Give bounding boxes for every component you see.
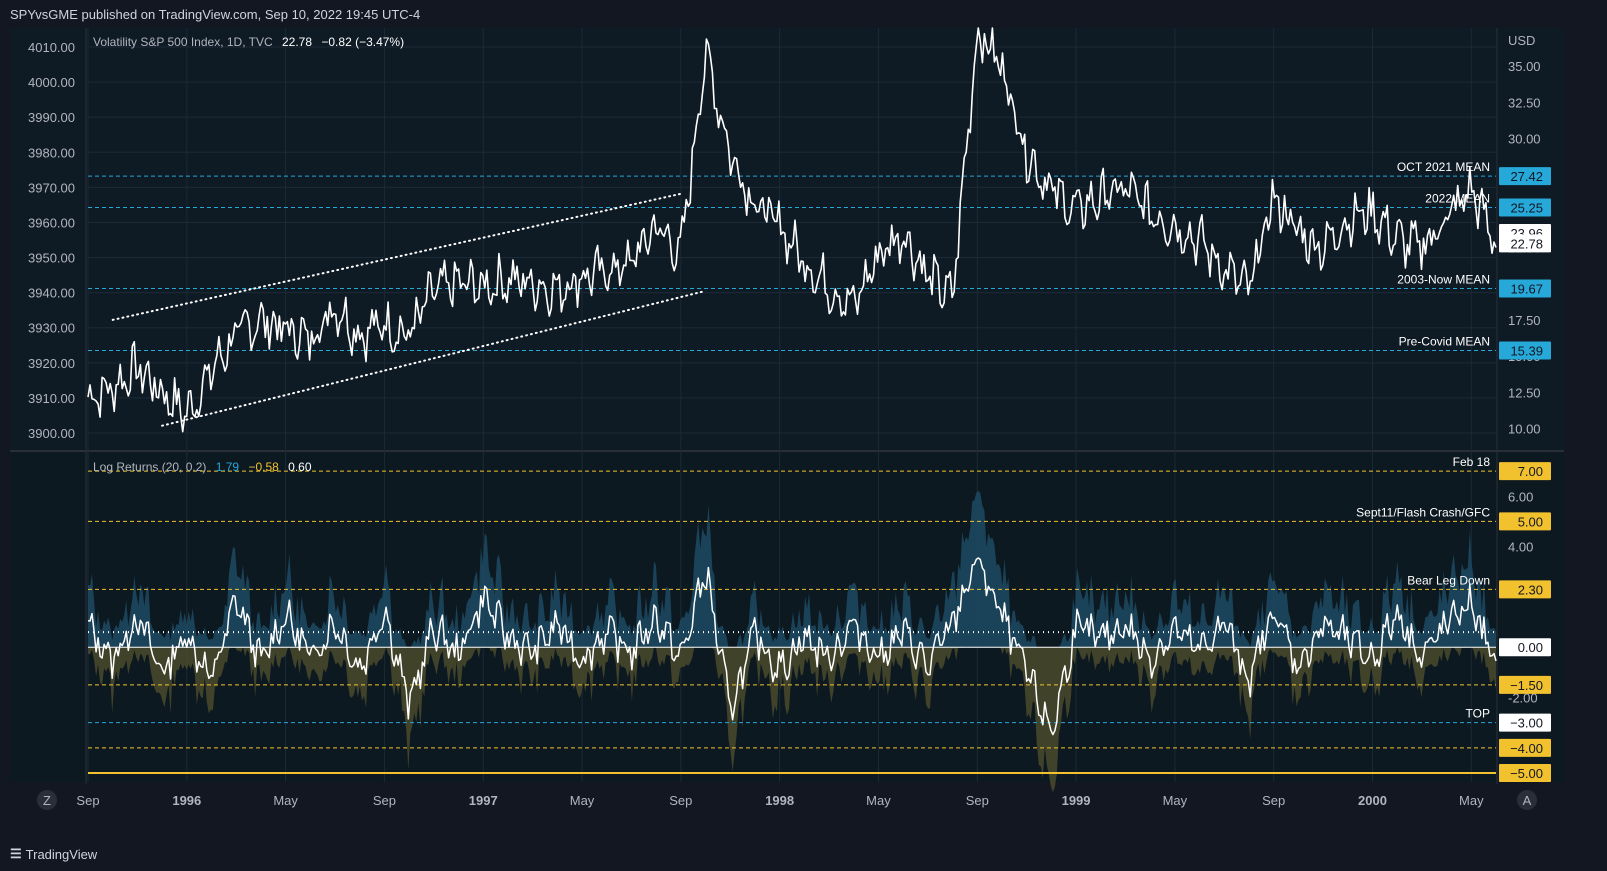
mean-level-label: Pre-Covid MEAN <box>1399 334 1490 348</box>
time-axis-label: 1996 <box>172 793 201 808</box>
main-legend: Volatility S&P 500 Index, 1D, TVC 22.78 … <box>93 35 404 49</box>
right-axis-tick: 35.00 <box>1508 59 1541 74</box>
auto-scale-left-button[interactable]: Z <box>37 790 57 810</box>
price-badge: 27.42 <box>1499 167 1551 186</box>
sub-legend-v1: 1.79 <box>216 460 240 474</box>
time-axis: Sep 1996 May Sep 1997 May Sep 1998 May Sep 1999 May… <box>76 793 1484 808</box>
time-axis-label: May <box>1459 793 1484 808</box>
mean-level-label: 2003-Now MEAN <box>1397 272 1490 286</box>
time-axis-label: Sep <box>373 793 396 808</box>
price-badge: 2.30 <box>1499 580 1551 599</box>
price-badge-label: 25.25 <box>1510 201 1543 216</box>
indicator-level-label: TOP <box>1466 707 1490 721</box>
price-badge-label: 7.00 <box>1518 464 1543 479</box>
tradingview-logo-icon: ☰ <box>10 846 22 861</box>
time-axis-label: May <box>1163 793 1188 808</box>
left-axis-label: 3940.00 <box>28 286 75 301</box>
price-badge-label: 19.67 <box>1510 281 1543 296</box>
price-badge: −5.00 <box>1499 763 1551 782</box>
right-axis-tick: 32.50 <box>1508 95 1541 110</box>
chart-canvas: OCT 2021 MEAN2022 MEAN2003-Now MEANPre-C… <box>10 27 1564 818</box>
right-axis-unit: USD <box>1508 33 1535 48</box>
left-axis-label: 3960.00 <box>28 215 75 230</box>
left-axis-label: 3980.00 <box>28 145 75 160</box>
left-axis-label: 3990.00 <box>28 110 75 125</box>
time-axis-label: May <box>273 793 298 808</box>
main-legend-last: 22.78 <box>282 35 312 49</box>
main-legend-change: −0.82 (−3.47%) <box>321 35 404 49</box>
right-axis-tick: 17.50 <box>1508 313 1541 328</box>
price-badge: −1.50 <box>1499 675 1551 694</box>
price-badge: 15.39 <box>1499 341 1551 360</box>
indicator-level-label: Bear Leg Down <box>1407 573 1490 587</box>
footer-brand[interactable]: ☰ TradingView <box>10 846 97 862</box>
time-axis-label: Sep <box>1262 793 1285 808</box>
price-badge-label: 15.39 <box>1510 343 1543 358</box>
right-axis-tick: 12.50 <box>1508 385 1541 400</box>
indicator-level-label: Sept11/Flash Crash/GFC <box>1356 505 1490 519</box>
left-axis-label: 3910.00 <box>28 391 75 406</box>
price-badge-label: 5.00 <box>1518 514 1543 529</box>
footer-brand-label: TradingView <box>25 846 98 862</box>
sub-legend: Log Returns (20, 0.2) 1.79 −0.58 0.60 <box>93 460 312 474</box>
price-badge-label: 27.42 <box>1510 169 1543 184</box>
left-axis-label: 4010.00 <box>28 40 75 55</box>
left-axis-label: 3920.00 <box>28 356 75 371</box>
price-pane <box>10 28 1564 450</box>
left-axis-label: 4000.00 <box>28 75 75 90</box>
time-axis-label: 1998 <box>765 793 794 808</box>
sub-axis-tick: 4.00 <box>1508 540 1533 555</box>
time-axis-label: Sep <box>76 793 99 808</box>
left-axis-label: 3950.00 <box>28 251 75 266</box>
sub-legend-name: Log Returns (20, 0.2) <box>93 460 206 474</box>
auto-button-label: A <box>1523 793 1532 808</box>
sub-legend-v3: 0.60 <box>288 460 312 474</box>
left-axis-label: 3900.00 <box>28 426 75 441</box>
mean-level-label: OCT 2021 MEAN <box>1397 160 1490 174</box>
zoom-button-label: Z <box>43 793 51 808</box>
sub-legend-v2: −0.58 <box>248 460 279 474</box>
right-axis-tick: 30.00 <box>1508 132 1541 147</box>
time-axis-label: May <box>570 793 595 808</box>
price-badge: 5.00 <box>1499 512 1551 531</box>
price-badge-label: 0.00 <box>1518 640 1543 655</box>
price-badge: −3.00 <box>1499 713 1551 732</box>
time-axis-label: 2000 <box>1358 793 1387 808</box>
price-badge: 25.25 <box>1499 198 1551 217</box>
price-badge: 7.00 <box>1499 462 1551 481</box>
main-legend-symbol: Volatility S&P 500 Index, 1D, TVC <box>93 35 273 49</box>
time-axis-label: May <box>866 793 891 808</box>
price-badge-label: −4.00 <box>1510 741 1543 756</box>
time-axis-label: 1997 <box>469 793 498 808</box>
price-badge-label: −5.00 <box>1510 766 1543 781</box>
time-axis-label: 1999 <box>1062 793 1091 808</box>
price-badge: 0.00 <box>1499 638 1551 657</box>
price-badge-label: 2.30 <box>1518 582 1543 597</box>
price-badge: 19.67 <box>1499 279 1551 298</box>
time-axis-label: Sep <box>966 793 989 808</box>
time-axis-label: Sep <box>669 793 692 808</box>
indicator-level-label: Feb 18 <box>1453 455 1491 469</box>
auto-scale-right-button[interactable]: A <box>1517 790 1537 810</box>
price-badge-label: 22.78 <box>1510 236 1543 251</box>
right-axis-tick: 10.00 <box>1508 422 1541 437</box>
price-badge-label: −1.50 <box>1510 678 1543 693</box>
left-axis-label: 3930.00 <box>28 321 75 336</box>
left-axis-label: 3970.00 <box>28 180 75 195</box>
sub-axis-tick: 6.00 <box>1508 489 1533 504</box>
price-badge: −4.00 <box>1499 738 1551 757</box>
price-badge-label: −3.00 <box>1510 716 1543 731</box>
price-badge: 22.78 <box>1499 234 1551 253</box>
